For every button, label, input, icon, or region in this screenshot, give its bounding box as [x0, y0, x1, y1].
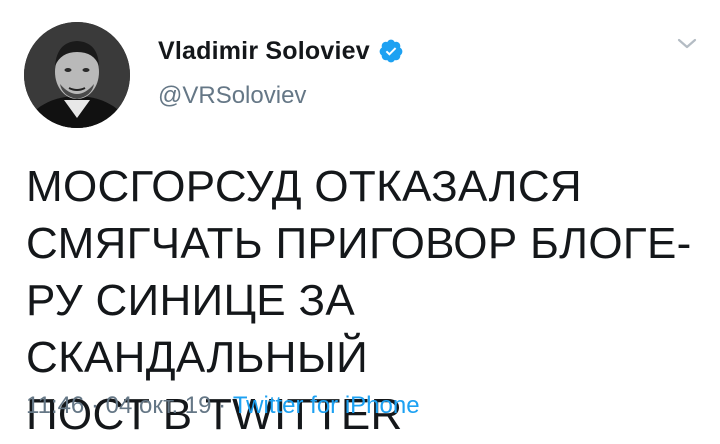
avatar[interactable] — [24, 22, 130, 128]
author-handle[interactable]: @VRSoloviev — [158, 82, 306, 110]
tweet-time[interactable]: 11:46 — [26, 392, 84, 419]
tweet-date[interactable]: 04 окт. 19 — [106, 392, 212, 419]
chevron-down-icon[interactable] — [674, 34, 700, 54]
meta-separator: · — [90, 392, 99, 419]
verified-badge-icon — [378, 38, 404, 64]
tweet-meta: 11:46 · 04 окт. 19 · Twitter for iPhone — [26, 392, 420, 420]
author-display-name[interactable]: Vladimir Soloviev — [158, 37, 370, 66]
meta-separator: · — [218, 392, 227, 419]
avatar-image — [24, 22, 130, 128]
tweet-source-link[interactable]: Twitter for iPhone — [233, 392, 420, 419]
author-name-row: Vladimir Soloviev — [158, 34, 404, 68]
